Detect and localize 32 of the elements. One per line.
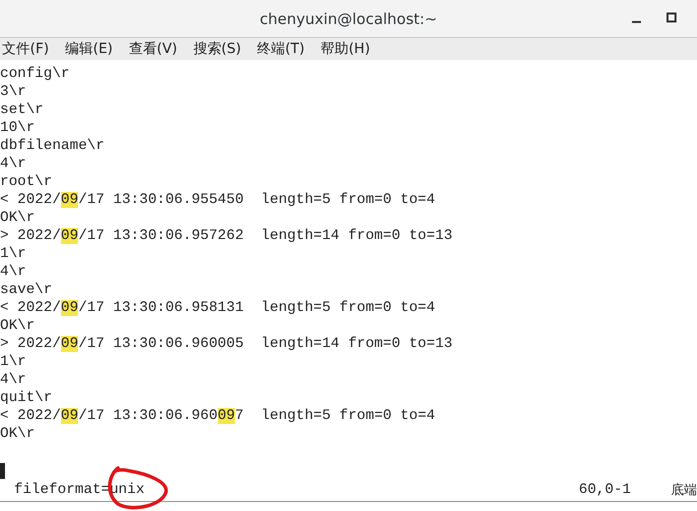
terminal-line: dbfilename\r: [0, 137, 104, 155]
menu-item[interactable]: 查看(V): [128, 40, 178, 58]
menu-item[interactable]: 帮助(H): [320, 40, 370, 58]
menu-item[interactable]: 文件(F): [2, 40, 49, 58]
terminal-line: > 2022/09/17 13:30:06.957262 length=14 from=0 to=13: [0, 227, 452, 245]
menu-item[interactable]: 搜索(S): [193, 40, 242, 58]
terminal-line: OK\r: [0, 317, 35, 335]
scroll-position: 底端: [671, 482, 697, 499]
text-cursor: [0, 463, 5, 479]
terminal-line: 10\r: [0, 119, 35, 137]
terminal-line: < 2022/09/17 13:30:06.958131 length=5 from=0 to=4: [0, 299, 436, 317]
terminal-line: 4\r: [0, 263, 26, 281]
terminal-line: < 2022/09/17 13:30:06.960097 length=5 from=0 to=4: [0, 407, 436, 425]
menu-item[interactable]: 编辑(E): [64, 40, 113, 58]
terminal-line: 4\r: [0, 155, 26, 173]
cursor-position: 60,0-1: [578, 482, 631, 498]
menu-item[interactable]: 终端(T): [257, 40, 305, 58]
terminal-line: OK\r: [0, 209, 35, 227]
terminal-line: quit\r: [0, 389, 52, 407]
terminal-line: < 2022/09/17 13:30:06.955450 length=5 from=0 to=4: [0, 191, 436, 209]
terminal-line: 4\r: [0, 371, 26, 389]
terminal-line: 3\r: [0, 83, 26, 101]
terminal-line: > 2022/09/17 13:30:06.960005 length=14 from=0 to=13: [0, 335, 452, 353]
maximize-icon[interactable]: [666, 12, 678, 24]
terminal-line: set\r: [0, 101, 44, 119]
window-title: chenyuxin@localhost:~: [260, 10, 438, 28]
terminal-line: root\r: [0, 173, 52, 191]
terminal-line: OK\r: [0, 425, 35, 443]
terminal-line: save\r: [0, 281, 52, 299]
terminal-line: 1\r: [0, 245, 26, 263]
terminal-line: config\r: [0, 65, 70, 83]
terminal-line: 1\r: [0, 353, 26, 371]
